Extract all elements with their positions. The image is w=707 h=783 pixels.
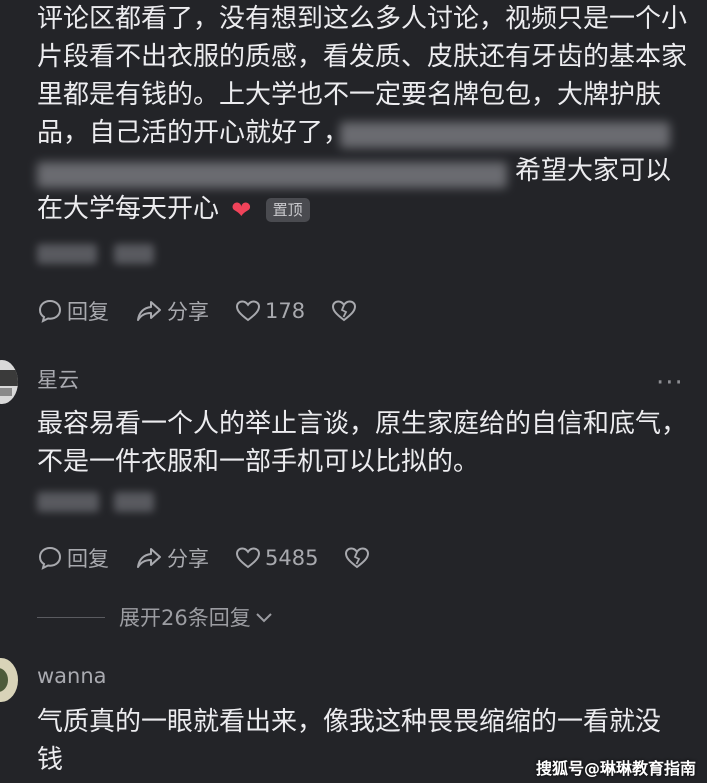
- redacted-timestamp: [37, 492, 99, 512]
- comment-1-line-5-tail: 希望大家可以: [515, 156, 672, 186]
- watermark-text: 搜狐号@琳琳教育指南: [536, 759, 697, 778]
- comment-1-text: 评论区都看了，没有想到这么多人讨论，视频只是一个小 片段看不出衣服的质感，看发质…: [37, 0, 687, 229]
- redacted-text-block: [340, 122, 670, 148]
- chevron-down-icon: [256, 613, 272, 623]
- comment-3-line-1: 气质真的一眼就看出来，像我这种畏畏缩缩的一看就没: [37, 707, 662, 737]
- share-button[interactable]: 分享: [135, 543, 209, 573]
- redacted-timestamp: [37, 244, 97, 264]
- comment-2-line-2: 不是一件衣服和一部手机可以比拟的。: [37, 447, 480, 477]
- heart-outline-icon: [235, 547, 261, 569]
- like-button[interactable]: 5485: [235, 546, 318, 570]
- redacted-location: [114, 244, 154, 264]
- like-count: 5485: [265, 546, 319, 570]
- avatar[interactable]: [0, 658, 18, 702]
- expand-replies-button[interactable]: 展开26条回复: [37, 602, 275, 632]
- share-arrow-icon: [137, 548, 161, 568]
- comment-1-line-2: 片段看不出衣服的质感，看发质、皮肤还有牙齿的基本家: [37, 42, 688, 72]
- reply-button[interactable]: 回复: [37, 296, 109, 326]
- dislike-button[interactable]: [331, 299, 361, 323]
- heart-outline-icon: [235, 300, 261, 322]
- comment-1-line-6: 在大学每天开心 ❤ 置顶: [37, 190, 687, 229]
- dislike-button[interactable]: [344, 546, 374, 570]
- reply-bubble-icon: [38, 546, 62, 570]
- expand-replies-label: 展开26条回复: [119, 606, 251, 630]
- comment-2-line-1: 最容易看一个人的举止言谈，原生家庭给的自信和底气，: [37, 409, 688, 439]
- divider: [37, 616, 105, 618]
- comment-2-text: 最容易看一个人的举止言谈，原生家庭给的自信和底气， 不是一件衣服和一部手机可以比…: [37, 405, 687, 481]
- comment-1-line-3: 里都是有钱的。上大学也不一定要名牌包包，大牌护肤: [37, 80, 662, 110]
- share-button[interactable]: 分享: [135, 296, 209, 326]
- more-options-icon[interactable]: ···: [656, 368, 684, 398]
- comment-2-actions: 回复 分享 5485: [37, 543, 400, 573]
- pinned-badge: 置顶: [265, 197, 310, 222]
- like-button[interactable]: 178: [235, 299, 305, 323]
- redacted-location: [114, 492, 154, 512]
- broken-heart-icon: [345, 547, 370, 569]
- broken-heart-icon: [332, 300, 357, 322]
- avatar[interactable]: [0, 360, 18, 404]
- heart-emoji-icon: ❤: [231, 195, 252, 224]
- reply-bubble-icon: [38, 299, 62, 323]
- comment-1-actions: 回复 分享 178: [37, 296, 387, 326]
- comment-1-line-1: 评论区都看了，没有想到这么多人讨论，视频只是一个小: [37, 4, 688, 34]
- redacted-text-block: [37, 162, 507, 188]
- share-arrow-icon: [137, 301, 161, 321]
- like-count: 178: [265, 299, 306, 323]
- username[interactable]: 星云: [37, 364, 79, 394]
- username[interactable]: wanna: [37, 664, 107, 688]
- reply-button[interactable]: 回复: [37, 543, 109, 573]
